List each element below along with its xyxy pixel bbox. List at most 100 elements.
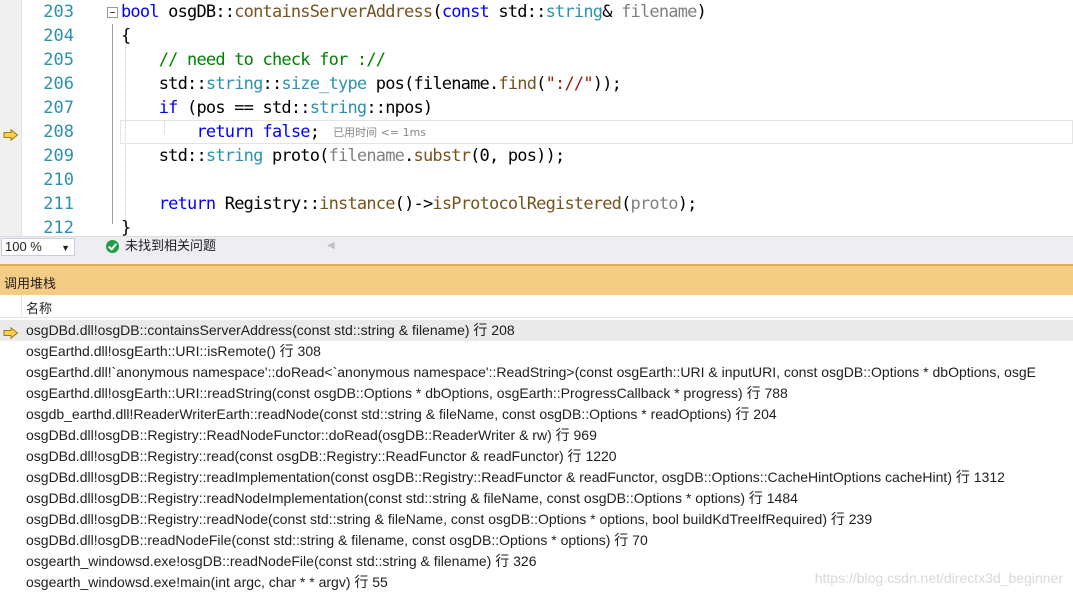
code-token: ( — [432, 2, 442, 22]
panel-splitter[interactable] — [0, 257, 1073, 264]
line-number: 206 — [43, 74, 74, 94]
frame-label: osgearth_windowsd.exe!osgDB::readNodeFil… — [26, 553, 537, 569]
code-token: if — [158, 98, 179, 118]
code-token: "://" — [545, 74, 594, 94]
check-circle-icon — [106, 240, 119, 253]
code-token: string — [205, 74, 263, 94]
frame-label: osgDBd.dll!osgDB::Registry::readNodeImpl… — [26, 490, 798, 506]
code-token: filename — [621, 2, 697, 22]
call-stack-frame[interactable]: osgDBd.dll!osgDB::Registry::readNode(con… — [0, 509, 1073, 530]
code-token: substr — [413, 146, 471, 166]
code-token: } — [121, 218, 131, 236]
call-stack-frame[interactable]: osgDBd.dll!osgDB::Registry::ReadNodeFunc… — [0, 425, 1073, 446]
code-line-212[interactable]: 212} — [0, 216, 1073, 236]
code-line-209[interactable]: 209 std::string proto(filename.substr(0,… — [0, 144, 1073, 168]
line-number: 208 — [43, 122, 74, 142]
code-text[interactable]: return Registry::instance()->isProtocolR… — [121, 193, 698, 215]
code-token: (pos == std:: — [177, 98, 310, 118]
call-stack-frame[interactable]: osgdb_earthd.dll!ReaderWriterEarth::read… — [0, 404, 1073, 425]
frame-label: osgEarthd.dll!osgEarth::URI::isRemote() … — [26, 343, 321, 359]
zoom-dropdown[interactable]: 100 % ▼ — [1, 238, 75, 256]
frame-label: osgdb_earthd.dll!ReaderWriterEarth::read… — [26, 406, 777, 422]
line-number: 212 — [43, 218, 74, 236]
column-header-name[interactable]: 名称 — [26, 298, 52, 317]
code-token: :: — [262, 74, 283, 94]
line-number: 209 — [43, 146, 74, 166]
call-stack-frame[interactable]: osgearth_windowsd.exe!osgDB::readNodeFil… — [0, 551, 1073, 572]
code-line-203[interactable]: 203 bool osgDB::containsServerAddress(con… — [0, 0, 1073, 24]
code-token: ()-> — [394, 194, 434, 214]
call-stack-frame[interactable]: osgDBd.dll!osgDB::containsServerAddress(… — [0, 320, 1073, 341]
call-stack-header[interactable]: 调用堆栈 — [0, 264, 1073, 295]
code-text[interactable]: bool osgDB::containsServerAddress(const … — [121, 1, 707, 23]
call-stack-frame[interactable]: osgDBd.dll!osgDB::Registry::read(const o… — [0, 446, 1073, 467]
call-stack-frame[interactable]: osgDBd.dll!osgDB::readNodeFile(const std… — [0, 530, 1073, 551]
code-text[interactable]: return false; 已用时间 <= 1ms — [121, 121, 426, 145]
code-token: bool — [121, 2, 160, 22]
code-token: string — [205, 146, 263, 166]
code-token: std:: — [121, 74, 207, 94]
collapse-toggle-icon[interactable] — [107, 7, 118, 18]
code-token: osgDB:: — [158, 2, 235, 22]
scroll-left-arrow-icon[interactable]: ◀ — [327, 240, 335, 251]
code-line-206[interactable]: 206 std::string::size_type pos(filename.… — [0, 72, 1073, 96]
active-frame-marker — [3, 324, 19, 340]
code-text[interactable]: // need to check for :// — [121, 49, 386, 71]
code-text[interactable]: } — [121, 217, 131, 236]
call-stack-frame[interactable]: osgEarthd.dll!osgEarth::URI::readString(… — [0, 383, 1073, 404]
issues-status-text[interactable]: 未找到相关问题 — [125, 239, 216, 255]
code-text[interactable]: if (pos == std::string::npos) — [121, 97, 433, 119]
code-token: isProtocolRegistered — [432, 194, 622, 214]
column-header-row: 名称 — [0, 295, 1073, 318]
current-statement-arrow-icon — [3, 128, 19, 142]
code-token: ( — [621, 194, 631, 214]
code-token: (0, pos)); — [470, 146, 565, 166]
code-line-208[interactable]: 208 return false; 已用时间 <= 1ms — [0, 120, 1073, 144]
line-number: 204 — [43, 26, 74, 46]
code-line-210[interactable]: 210 — [0, 168, 1073, 192]
code-token: std:: — [489, 2, 546, 22]
call-stack-frame[interactable]: osgEarthd.dll!osgEarth::URI::isRemote() … — [0, 341, 1073, 362]
code-token: )); — [592, 74, 622, 94]
code-token: find — [498, 74, 537, 94]
code-line-205[interactable]: 205 // need to check for :// — [0, 48, 1073, 72]
call-stack-frame[interactable]: osgEarthd.dll!`anonymous namespace'::doR… — [0, 362, 1073, 383]
frame-label: osgDBd.dll!osgDB::readNodeFile(const std… — [26, 532, 648, 548]
chevron-down-icon: ▼ — [61, 243, 70, 253]
code-token: std:: — [121, 146, 207, 166]
code-text[interactable]: std::string::size_type pos(filename.find… — [121, 73, 622, 95]
code-token: ::npos) — [366, 98, 433, 118]
editor-status-bar: 100 % ▼ 未找到相关问题 ◀ — [0, 236, 1073, 257]
zoom-value: 100 % — [5, 239, 42, 254]
code-line-211[interactable]: 211 return Registry::instance()->isProto… — [0, 192, 1073, 216]
code-line-207[interactable]: 207 if (pos == std::string::npos) — [0, 96, 1073, 120]
code-text[interactable]: { — [121, 25, 131, 47]
code-text[interactable]: std::string proto(filename.substr(0, pos… — [121, 145, 566, 167]
line-number: 207 — [43, 98, 74, 118]
code-token: & — [602, 2, 622, 22]
current-statement-arrow-icon — [3, 326, 19, 340]
line-number: 203 — [43, 2, 74, 22]
code-token: ); — [677, 194, 698, 214]
code-token: instance — [319, 194, 395, 214]
call-stack-frame[interactable]: osgDBd.dll!osgDB::Registry::readImplemen… — [0, 467, 1073, 488]
code-editor[interactable]: 203 bool osgDB::containsServerAddress(con… — [0, 0, 1073, 236]
line-number: 211 — [43, 194, 74, 214]
code-token: filename — [328, 146, 405, 166]
frame-label: osgearth_windowsd.exe!main(int argc, cha… — [26, 574, 388, 590]
code-token: const — [441, 2, 490, 22]
code-line-204[interactable]: 204 { — [0, 24, 1073, 48]
current-statement-marker — [3, 126, 19, 142]
code-token: ( — [319, 146, 329, 166]
call-stack-frame[interactable]: osgDBd.dll!osgDB::Registry::readNodeImpl… — [0, 488, 1073, 509]
code-token: string — [545, 2, 603, 22]
line-number: 210 — [43, 170, 74, 190]
elapsed-time-hint[interactable]: 已用时间 <= 1ms — [333, 126, 426, 139]
frame-label: osgEarthd.dll!osgEarth::URI::readString(… — [26, 385, 788, 401]
code-token: containsServerAddress — [234, 2, 433, 22]
